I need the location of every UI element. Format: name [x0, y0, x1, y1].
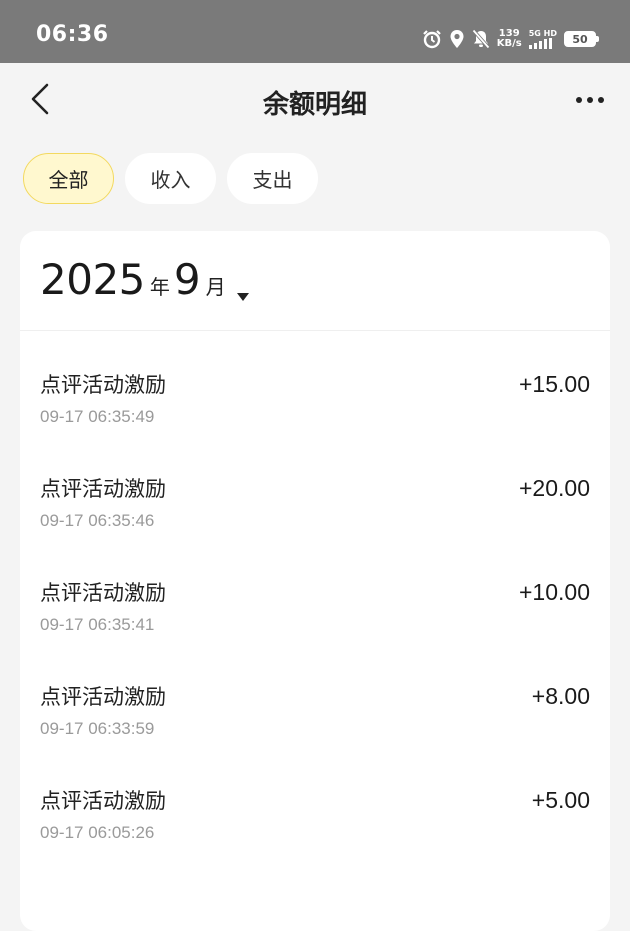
transaction-amount: +20.00: [519, 475, 590, 501]
network-speed: 139 KB/s: [496, 28, 522, 49]
mute-bell-icon: [471, 29, 490, 49]
signal-indicator: 5G HD: [528, 29, 557, 49]
transaction-title: 点评活动激励: [40, 373, 166, 397]
transaction-title: 点评活动激励: [40, 789, 166, 813]
transaction-title: 点评活动激励: [40, 685, 166, 709]
tab-all[interactable]: 全部: [23, 153, 114, 204]
transaction-title: 点评活动激励: [40, 581, 166, 605]
more-dot-icon: [587, 97, 593, 103]
list-item[interactable]: 点评活动激励 09-17 06:35:46 +20.00: [20, 435, 610, 539]
status-time: 06:36: [36, 22, 109, 47]
transaction-time: 09-17 06:33:59: [40, 719, 155, 738]
transaction-time: 09-17 06:05:26: [40, 823, 155, 842]
transaction-time: 09-17 06:35:49: [40, 407, 155, 426]
transaction-time: 09-17 06:35:46: [40, 511, 155, 530]
month-selector[interactable]: 2025 年 9 月: [20, 231, 610, 331]
location-icon: [450, 30, 464, 48]
list-item[interactable]: 点评活动激励 09-17 06:05:26 +5.00: [20, 747, 610, 851]
year-unit: 年: [149, 275, 170, 299]
page-title: 余额明细: [262, 90, 367, 120]
transaction-amount: +8.00: [531, 683, 590, 709]
month-value: 9: [173, 255, 201, 304]
transaction-amount: +5.00: [531, 787, 590, 813]
list-item[interactable]: 点评活动激励 09-17 06:35:41 +10.00: [20, 539, 610, 643]
status-bar: 06:36 139 KB/s 5G HD 50: [0, 0, 630, 63]
transaction-amount: +15.00: [519, 371, 590, 397]
caret-down-icon: [236, 292, 249, 301]
filter-tabs: 全部 收入 支出: [23, 153, 318, 204]
alarm-icon: [422, 30, 441, 49]
transaction-title: 点评活动激励: [40, 477, 166, 501]
nav-bar: 余额明细: [0, 63, 630, 138]
transaction-time: 09-17 06:35:41: [40, 615, 155, 634]
transaction-amount: +10.00: [519, 579, 590, 605]
tab-income[interactable]: 收入: [125, 153, 216, 204]
more-dot-icon: [576, 97, 582, 103]
more-button[interactable]: [568, 81, 612, 119]
transaction-list: 点评活动激励 09-17 06:35:49 +15.00 点评活动激励 09-1…: [20, 331, 610, 851]
list-item[interactable]: 点评活动激励 09-17 06:35:49 +15.00: [20, 331, 610, 435]
list-item[interactable]: 点评活动激励 09-17 06:33:59 +8.00: [20, 643, 610, 747]
month-unit: 月: [205, 275, 226, 299]
tab-expense[interactable]: 支出: [227, 153, 318, 204]
status-icons: 139 KB/s 5G HD 50: [422, 24, 599, 54]
transaction-card: 2025 年 9 月 点评活动激励 09-17 06:35:49 +15.00 …: [20, 231, 610, 931]
more-dot-icon: [598, 97, 604, 103]
year-value: 2025: [40, 255, 145, 304]
signal-bars-icon: [528, 38, 552, 49]
battery-icon: 50: [564, 31, 599, 47]
